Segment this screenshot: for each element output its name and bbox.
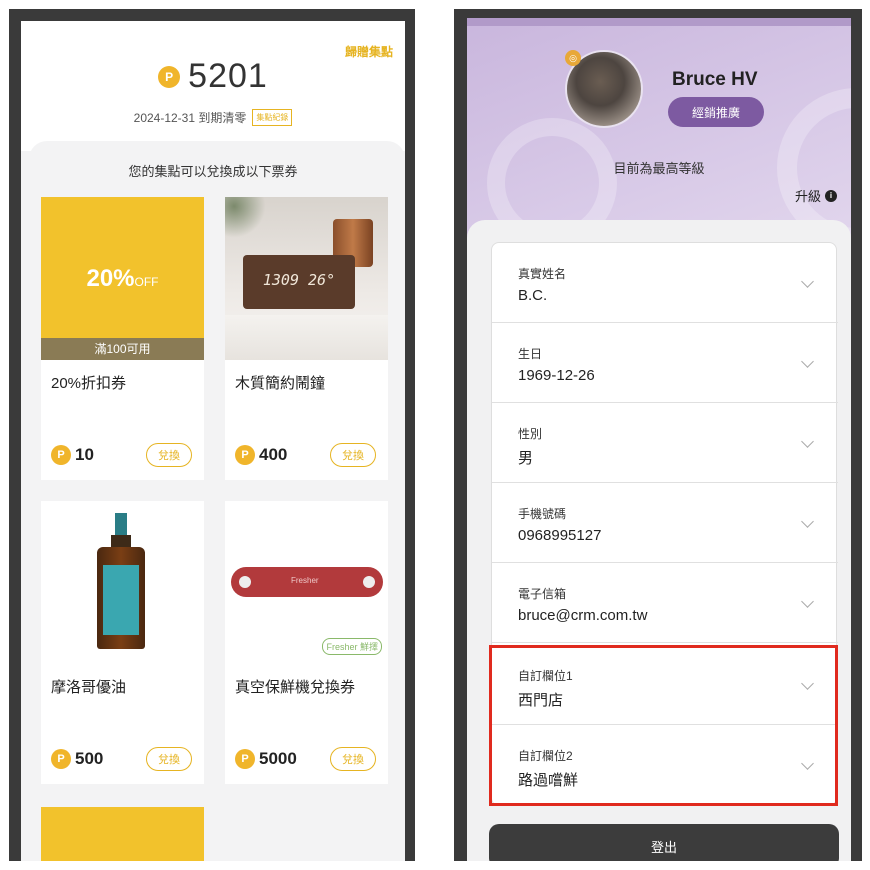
expire-text: 2024-12-31 到期清零 [133, 111, 247, 125]
coupon-discount: 20%OFF [41, 265, 204, 293]
field-phone[interactable]: 手機號碼 0968995127 [492, 483, 838, 563]
reward-price: 400 [259, 445, 288, 464]
coin-icon: P [158, 65, 181, 88]
reward-price: 10 [75, 445, 94, 464]
level-text: 目前為最高等級 [613, 161, 705, 176]
sealer-brand: Fresher [291, 576, 319, 585]
field-label: 真實姓名 [518, 267, 567, 281]
coin-icon: P [51, 445, 71, 465]
coin-icon: P [51, 749, 71, 769]
field-label: 性別 [518, 427, 543, 441]
field-value: 西門店 [518, 692, 564, 709]
points-screen: 歸贈集點 P 5201 2024-12-31 到期清零 集點紀錄 您的集點可以兌… [21, 21, 405, 861]
info-icon[interactable]: i [825, 189, 837, 202]
bottle-cap-shape [115, 513, 127, 537]
role-button[interactable]: 經銷推廣 [668, 97, 764, 127]
points-value: 5201 [188, 57, 268, 95]
chevron-down-icon[interactable] [801, 515, 814, 528]
reward-card[interactable]: 20%OFF 滿100可用 20%折扣券 P 10 兌換 [41, 197, 204, 480]
field-value: bruce@crm.com.tw [518, 607, 648, 624]
field-value: 男 [518, 450, 534, 467]
field-custom-2[interactable]: 自訂欄位2 路過嚐鮮 [492, 725, 838, 805]
sealer-shape: Fresher [231, 567, 383, 597]
points-header: 歸贈集點 P 5201 2024-12-31 到期清零 集點紀錄 [21, 21, 405, 151]
field-label: 手機號碼 [518, 507, 567, 521]
coin-icon: P [235, 749, 255, 769]
reward-card[interactable]: Fresher Fresher 鮮擇 真空保鮮機兌換券 P 5000 兌換 [225, 501, 388, 784]
chevron-down-icon[interactable] [801, 677, 814, 690]
field-value: 0968995127 [518, 527, 602, 544]
field-label: 電子信箱 [518, 587, 567, 601]
camera-icon[interactable]: ◎ [565, 50, 581, 66]
field-gender[interactable]: 性別 男 [492, 403, 838, 483]
user-name: Bruce HV [672, 69, 758, 90]
logout-button[interactable]: 登出 [489, 824, 839, 861]
field-real-name[interactable]: 真實姓名 B.C. [492, 243, 838, 323]
points-balance: P 5201 [21, 57, 405, 96]
reward-price-row: P 10 [51, 445, 94, 465]
vacuum-sealer-image: Fresher Fresher 鮮擇 [225, 501, 388, 664]
reward-price: 5000 [259, 749, 297, 768]
reward-price: 500 [75, 749, 104, 768]
reward-price-row: P 5000 [235, 749, 297, 769]
bottle-label-shape [103, 565, 139, 635]
reward-card[interactable]: 1309 26° 木質簡約鬧鐘 P 400 兌換 [225, 197, 388, 480]
redeem-button[interactable]: 兌換 [330, 747, 376, 771]
profile-fields-card: 真實姓名 B.C. 生日 1969-12-26 性別 男 手機號碼 096899… [491, 242, 838, 806]
clock-display: 1309 26° [262, 271, 336, 289]
points-screen-frame: 歸贈集點 P 5201 2024-12-31 到期清零 集點紀錄 您的集點可以兌… [9, 9, 415, 861]
record-button[interactable]: 集點紀錄 [252, 109, 293, 126]
clock-image: 1309 26° [225, 197, 388, 360]
sealer-button-shape [239, 576, 251, 588]
redeem-button[interactable]: 兌換 [146, 443, 192, 467]
brand-logo: Fresher 鮮擇 [322, 638, 382, 655]
coupon-image: 20%OFF 滿100可用 [41, 197, 204, 360]
field-custom-1[interactable]: 自訂欄位1 西門店 [492, 645, 838, 725]
coin-icon: P [235, 445, 255, 465]
field-label: 生日 [518, 347, 543, 361]
field-value: 路過嚐鮮 [518, 772, 579, 789]
book-shape [225, 315, 388, 360]
field-label: 自訂欄位1 [518, 669, 573, 683]
plant-shape [225, 197, 271, 243]
upgrade-label: 升級 [794, 189, 821, 204]
chevron-down-icon[interactable] [801, 275, 814, 288]
chevron-down-icon[interactable] [801, 757, 814, 770]
redeem-button[interactable]: 兌換 [330, 443, 376, 467]
header-strip [467, 18, 851, 26]
field-email[interactable]: 電子信箱 bruce@crm.com.tw [492, 563, 838, 643]
bottle-neck-shape [111, 535, 131, 547]
clock-shape: 1309 26° [243, 255, 355, 309]
profile-screen-frame: ◎ Bruce HV 經銷推廣 目前為最高等級 升級 i 真實姓名 B.C. 生… [454, 9, 862, 861]
reward-price-row: P 400 [235, 445, 287, 465]
reward-name: 20%折扣券 [51, 375, 127, 392]
field-label: 自訂欄位2 [518, 749, 573, 763]
reward-card[interactable]: 摩洛哥優油 P 500 兌換 [41, 501, 204, 784]
field-value: 1969-12-26 [518, 367, 595, 384]
coupon-percent: 20% [86, 265, 135, 292]
field-value: B.C. [518, 287, 548, 304]
sealer-button-shape [363, 576, 375, 588]
reward-name: 木質簡約鬧鐘 [235, 375, 326, 392]
coupon-off: OFF [134, 275, 159, 289]
rewards-subtitle: 您的集點可以兌換成以下票券 [128, 164, 298, 179]
coupon-condition: 滿100可用 [41, 338, 204, 360]
expire-row: 2024-12-31 到期清零 集點紀錄 [21, 109, 405, 126]
reward-name: 真空保鮮機兌換券 [235, 679, 356, 696]
chevron-down-icon[interactable] [801, 355, 814, 368]
chevron-down-icon[interactable] [801, 595, 814, 608]
reward-card-partial[interactable] [41, 807, 204, 861]
field-birthday[interactable]: 生日 1969-12-26 [492, 323, 838, 403]
profile-screen: ◎ Bruce HV 經銷推廣 目前為最高等級 升級 i 真實姓名 B.C. 生… [467, 18, 851, 861]
oil-image [41, 501, 204, 664]
reward-price-row: P 500 [51, 749, 103, 769]
redeem-button[interactable]: 兌換 [146, 747, 192, 771]
chevron-down-icon[interactable] [801, 435, 814, 448]
reward-name: 摩洛哥優油 [51, 679, 127, 696]
upgrade-link[interactable]: 升級 i [795, 186, 837, 205]
